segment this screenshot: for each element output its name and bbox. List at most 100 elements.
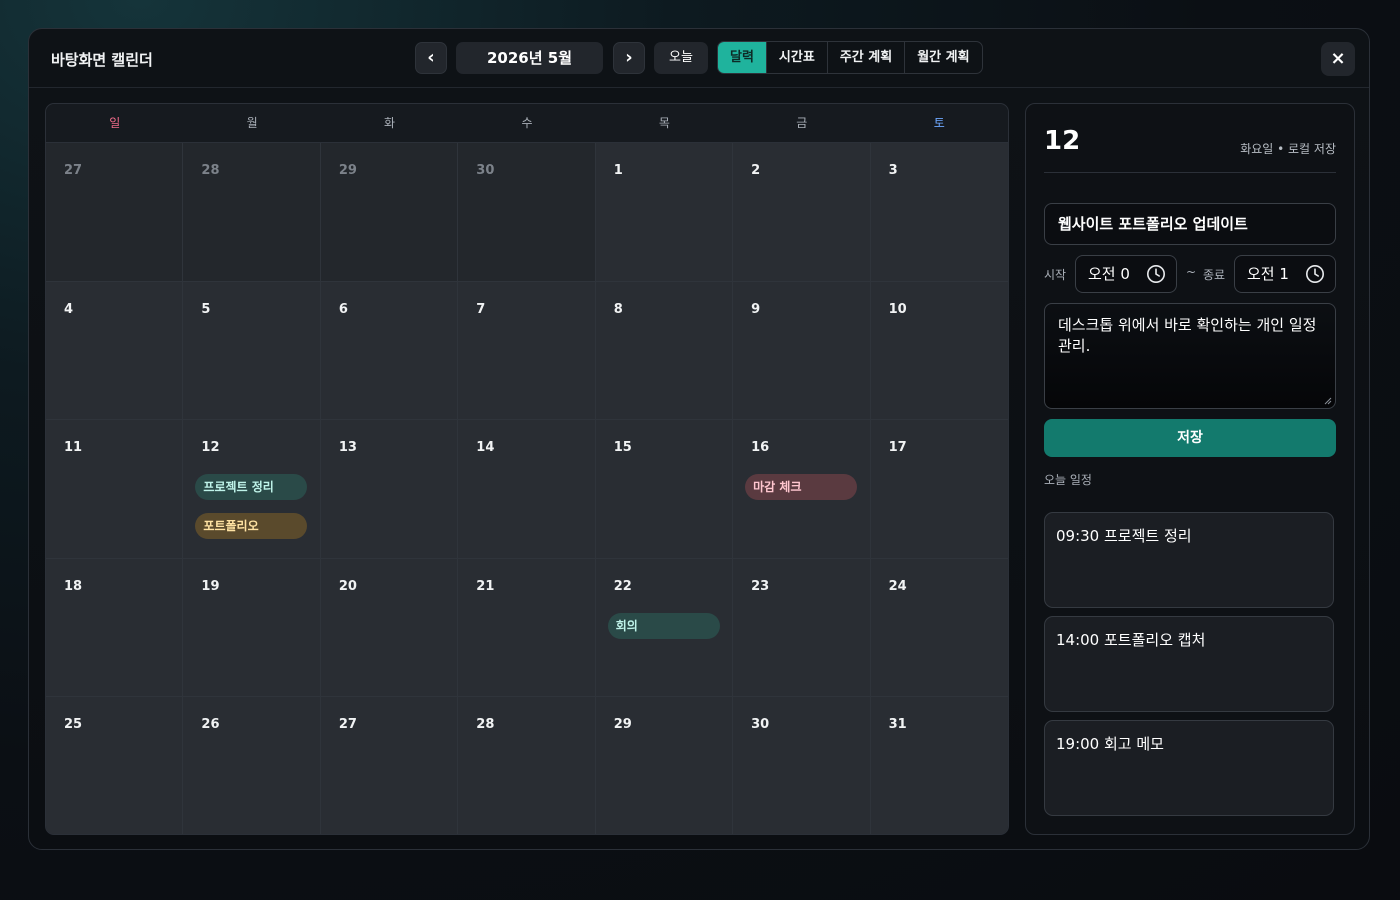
day-cell[interactable]: 11 bbox=[46, 420, 184, 559]
day-cell[interactable]: 30 bbox=[733, 697, 871, 834]
event-chip[interactable]: 포트폴리오 bbox=[195, 513, 308, 540]
event-chip[interactable]: 프로젝트 정리 bbox=[195, 474, 308, 501]
day-cell[interactable]: 24 bbox=[870, 558, 1008, 698]
day-cell[interactable]: 17 bbox=[870, 420, 1008, 559]
end-time-field[interactable]: 오전 1 bbox=[1234, 255, 1336, 293]
day-cell[interactable]: 31 bbox=[870, 697, 1008, 834]
day-cell[interactable]: 21 bbox=[458, 558, 596, 698]
day-number: 15 bbox=[613, 440, 632, 456]
day-cell[interactable]: 27 bbox=[46, 143, 184, 282]
tab-monthly-plan[interactable]: 월간 계획 bbox=[904, 42, 981, 73]
day-cell[interactable]: 12 프로젝트 정리포트폴리오 bbox=[183, 420, 321, 559]
day-cell[interactable]: 27 bbox=[320, 697, 459, 834]
weekday-header: 일 월 화 수 목 금 토 bbox=[46, 104, 1008, 143]
tab-calendar[interactable]: 달력 bbox=[718, 42, 766, 73]
weekday-label: 목 bbox=[658, 116, 670, 130]
resize-grip-icon[interactable] bbox=[1324, 397, 1332, 405]
day-number: 8 bbox=[613, 301, 623, 317]
day-cell[interactable]: 22 회의 bbox=[595, 558, 734, 698]
day-cell[interactable]: 10 bbox=[870, 281, 1008, 421]
day-number: 18 bbox=[64, 578, 83, 594]
day-cell[interactable]: 26 bbox=[183, 697, 321, 834]
next-month-button[interactable]: › bbox=[613, 42, 645, 74]
weekday-label: 금 bbox=[796, 116, 808, 130]
event-chip[interactable]: 회의 bbox=[607, 612, 720, 639]
start-time-label: 시작 bbox=[1044, 268, 1067, 282]
day-number: 16 bbox=[751, 440, 770, 456]
day-number: 24 bbox=[888, 578, 907, 594]
day-number: 25 bbox=[64, 717, 83, 733]
day-number: 23 bbox=[751, 578, 770, 594]
day-cell[interactable]: 3 bbox=[870, 143, 1008, 282]
day-number: 13 bbox=[338, 440, 357, 456]
divider bbox=[1044, 172, 1336, 173]
day-number: 28 bbox=[201, 163, 220, 178]
day-cell[interactable]: 7 bbox=[458, 281, 596, 421]
day-cell[interactable]: 20 bbox=[320, 558, 459, 698]
clock-icon[interactable] bbox=[1305, 264, 1325, 284]
day-cell[interactable]: 14 bbox=[458, 420, 596, 559]
clock-icon[interactable] bbox=[1146, 264, 1166, 284]
month-calendar: 일 월 화 수 목 금 토 27 28 29 30 1 2 3 4 5 6 7 8 9 10 11 12 프로젝… bbox=[45, 103, 1009, 835]
day-cell[interactable]: 6 bbox=[320, 281, 459, 421]
tab-weekly-plan[interactable]: 주간 계획 bbox=[826, 42, 904, 73]
day-cell[interactable]: 9 bbox=[733, 281, 871, 421]
day-cell[interactable]: 1 bbox=[595, 143, 734, 282]
day-cell[interactable]: 19 bbox=[183, 558, 321, 698]
tab-timetable[interactable]: 시간표 bbox=[765, 42, 827, 73]
day-cell[interactable]: 28 bbox=[458, 697, 596, 834]
day-cell[interactable]: 8 bbox=[595, 281, 734, 421]
event-title-input[interactable]: 웹사이트 포트폴리오 업데이트 bbox=[1044, 203, 1336, 245]
view-tabs: 달력 시간표 주간 계획 월간 계획 bbox=[717, 41, 983, 74]
day-number: 30 bbox=[751, 717, 770, 733]
day-cell[interactable]: 29 bbox=[595, 697, 734, 834]
event-note-textarea[interactable]: 데스크톱 위에서 바로 확인하는 개인 일정 관리. bbox=[1044, 303, 1336, 409]
start-time-field[interactable]: 오전 0 bbox=[1075, 255, 1177, 293]
day-number: 27 bbox=[338, 717, 357, 733]
today-schedule-label: 오늘 일정 bbox=[1044, 473, 1092, 487]
day-number: 2 bbox=[751, 163, 761, 178]
day-grid: 27 28 29 30 1 2 3 4 5 6 7 8 9 10 11 12 프로젝트 정리 포트폴리오 13 14 1… bbox=[46, 143, 1008, 834]
weekday-label: 화 bbox=[384, 116, 396, 130]
agenda-item[interactable]: 14:00 포트폴리오 캡처 bbox=[1044, 616, 1334, 712]
time-separator: ~ bbox=[1186, 265, 1197, 279]
day-cell[interactable]: 30 bbox=[458, 143, 596, 282]
month-label: 2026년 5월 bbox=[456, 42, 603, 74]
day-number: 22 bbox=[613, 578, 632, 594]
event-chip[interactable]: 마감 체크 bbox=[745, 474, 858, 501]
day-number: 10 bbox=[888, 301, 907, 317]
app-title: 바탕화면 캘린더 bbox=[51, 51, 153, 69]
top-bar: 바탕화면 캘린더 ‹ 2026년 5월 › 오늘 달력 시간표 주간 계획 월간… bbox=[29, 29, 1369, 88]
end-time-label: 종료 bbox=[1203, 268, 1226, 282]
day-cell[interactable]: 28 bbox=[183, 143, 321, 282]
prev-month-button[interactable]: ‹ bbox=[415, 42, 447, 74]
day-cell[interactable]: 4 bbox=[46, 281, 184, 421]
event-note-text: 데스크톱 위에서 바로 확인하는 개인 일정 관리. bbox=[1058, 316, 1317, 355]
close-button[interactable]: × bbox=[1321, 42, 1355, 76]
agenda-item[interactable]: 19:00 회고 메모 bbox=[1044, 720, 1334, 816]
day-number: 29 bbox=[338, 163, 357, 178]
day-number: 28 bbox=[476, 717, 495, 733]
agenda-item[interactable]: 09:30 프로젝트 정리 bbox=[1044, 512, 1334, 608]
day-cell[interactable]: 13 bbox=[320, 420, 459, 559]
end-time-value: 오전 1 bbox=[1247, 265, 1289, 283]
day-cell[interactable]: 2 bbox=[733, 143, 871, 282]
day-number: 5 bbox=[201, 301, 211, 317]
day-cell[interactable]: 25 bbox=[46, 697, 184, 834]
day-cell[interactable]: 15 bbox=[595, 420, 734, 559]
day-cell[interactable]: 16 마감 체크 bbox=[733, 420, 871, 559]
day-number: 21 bbox=[476, 578, 495, 594]
day-cell[interactable]: 29 bbox=[320, 143, 459, 282]
day-number: 11 bbox=[64, 440, 83, 456]
day-detail-panel: 12 화요일 • 로컬 저장 웹사이트 포트폴리오 업데이트 시작 오전 0 ~… bbox=[1025, 103, 1355, 835]
weekday-label: 일 bbox=[109, 116, 121, 130]
day-number: 7 bbox=[476, 301, 486, 317]
day-cell[interactable]: 23 bbox=[733, 558, 871, 698]
save-button[interactable]: 저장 bbox=[1044, 419, 1336, 457]
day-cell[interactable]: 5 bbox=[183, 281, 321, 421]
today-button[interactable]: 오늘 bbox=[654, 42, 708, 74]
weekday-label: 수 bbox=[521, 116, 533, 130]
day-number: 27 bbox=[64, 163, 83, 178]
day-number: 12 bbox=[201, 440, 220, 456]
day-cell[interactable]: 18 bbox=[46, 558, 184, 698]
